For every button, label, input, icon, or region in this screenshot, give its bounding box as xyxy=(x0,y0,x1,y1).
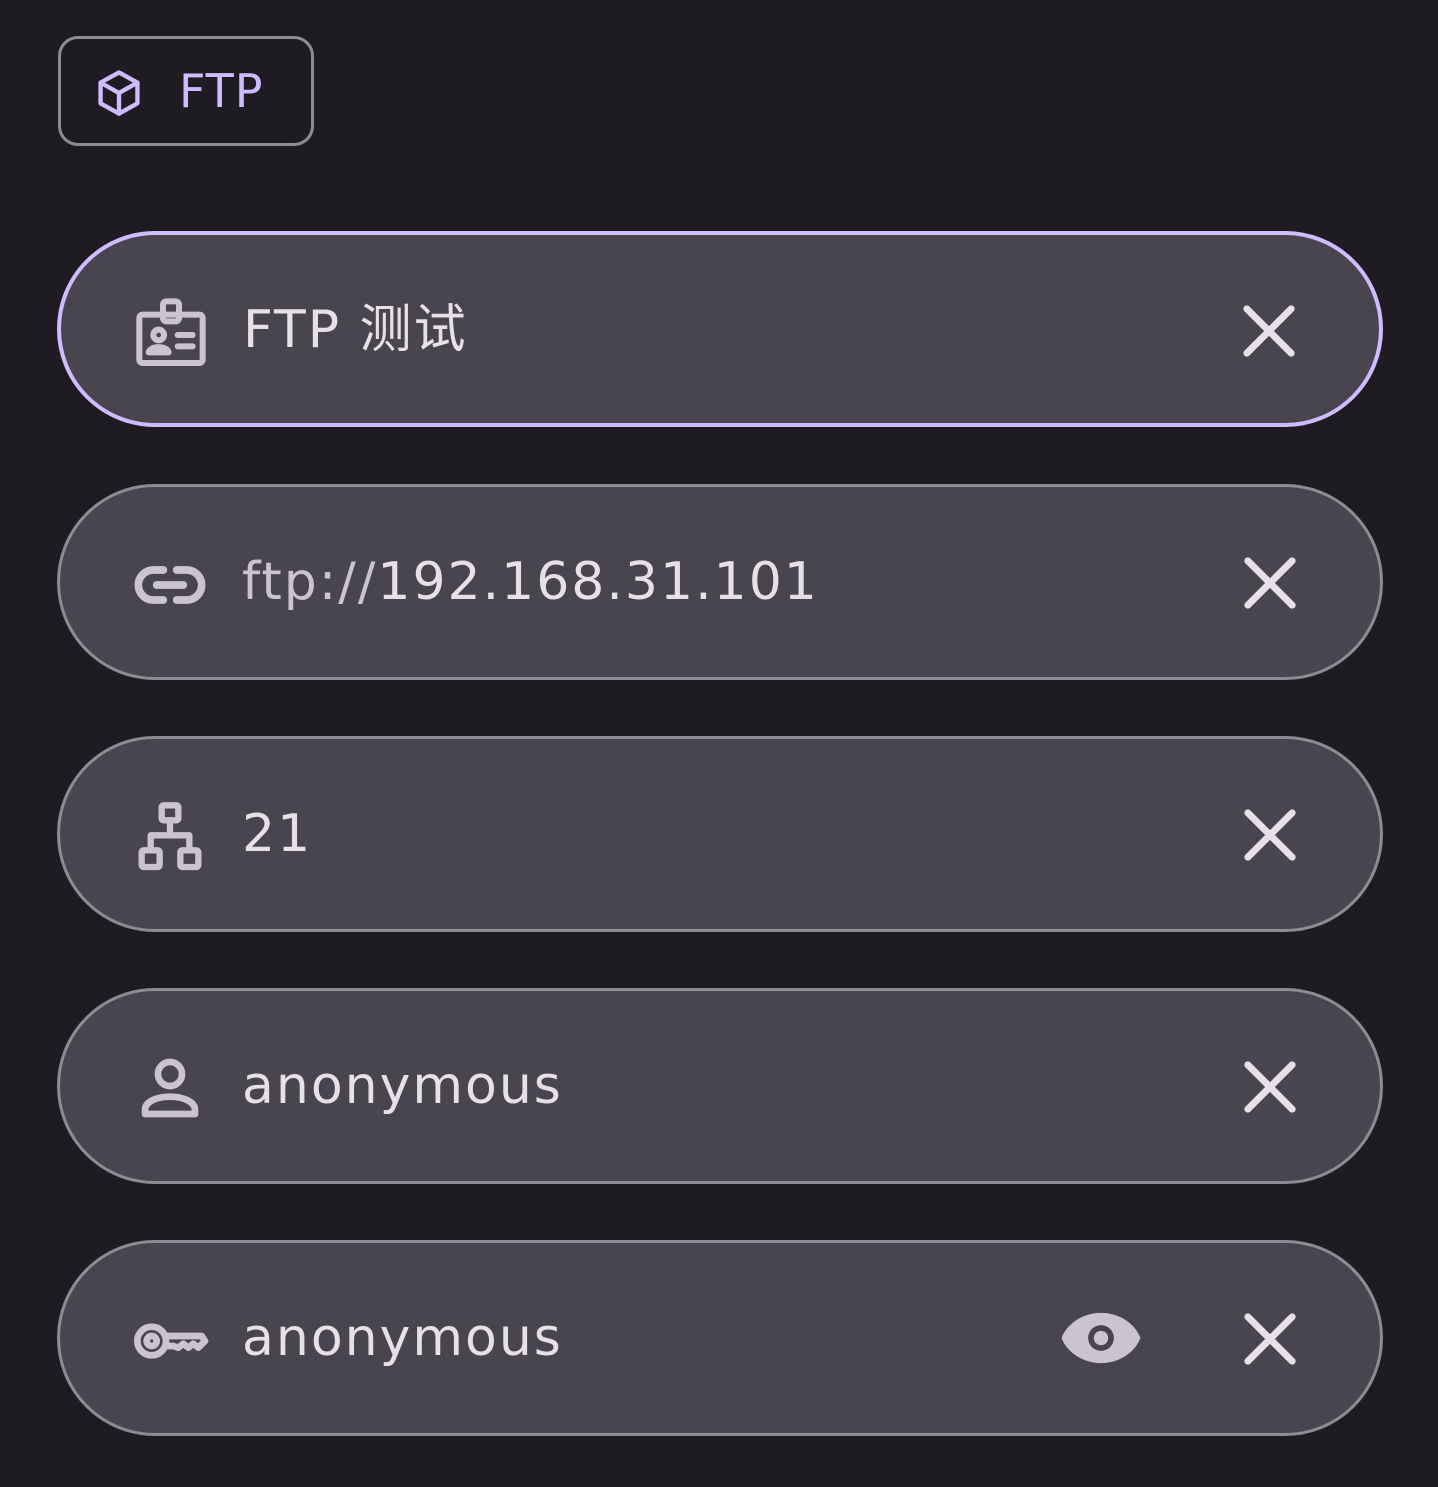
host-field[interactable]: ftp://192.168.31.101 xyxy=(57,484,1383,680)
password-value: anonymous xyxy=(242,1308,563,1368)
badge-icon xyxy=(131,293,211,373)
protocol-chip[interactable]: FTP xyxy=(58,36,314,146)
key-icon xyxy=(130,1301,210,1381)
port-field[interactable]: 21 xyxy=(57,736,1383,932)
password-field[interactable]: anonymous xyxy=(57,1240,1383,1436)
cube-icon xyxy=(93,67,145,119)
network-tree-icon xyxy=(130,797,210,877)
toggle-password-visibility-button[interactable] xyxy=(1058,1295,1144,1381)
host-address: 192.168.31.101 xyxy=(377,552,819,612)
clear-host-button[interactable] xyxy=(1232,545,1308,621)
port-value: 21 xyxy=(242,804,313,864)
eye-icon xyxy=(1061,1312,1141,1364)
clear-username-button[interactable] xyxy=(1232,1049,1308,1125)
host-value: ftp://192.168.31.101 xyxy=(242,487,819,677)
close-icon xyxy=(1244,809,1296,861)
link-icon xyxy=(130,545,210,625)
close-icon xyxy=(1243,305,1295,357)
username-value: anonymous xyxy=(242,1056,563,1116)
protocol-chip-label: FTP xyxy=(179,64,264,118)
clear-port-button[interactable] xyxy=(1232,797,1308,873)
close-icon xyxy=(1244,1061,1296,1113)
host-prefix: ftp:// xyxy=(242,552,378,612)
close-icon xyxy=(1244,557,1296,609)
clear-name-button[interactable] xyxy=(1231,293,1307,369)
name-field[interactable]: FTP 测试 xyxy=(57,231,1383,427)
clear-password-button[interactable] xyxy=(1232,1301,1308,1377)
person-icon xyxy=(130,1049,210,1129)
close-icon xyxy=(1244,1313,1296,1365)
name-value: FTP 测试 xyxy=(243,300,468,360)
username-field[interactable]: anonymous xyxy=(57,988,1383,1184)
